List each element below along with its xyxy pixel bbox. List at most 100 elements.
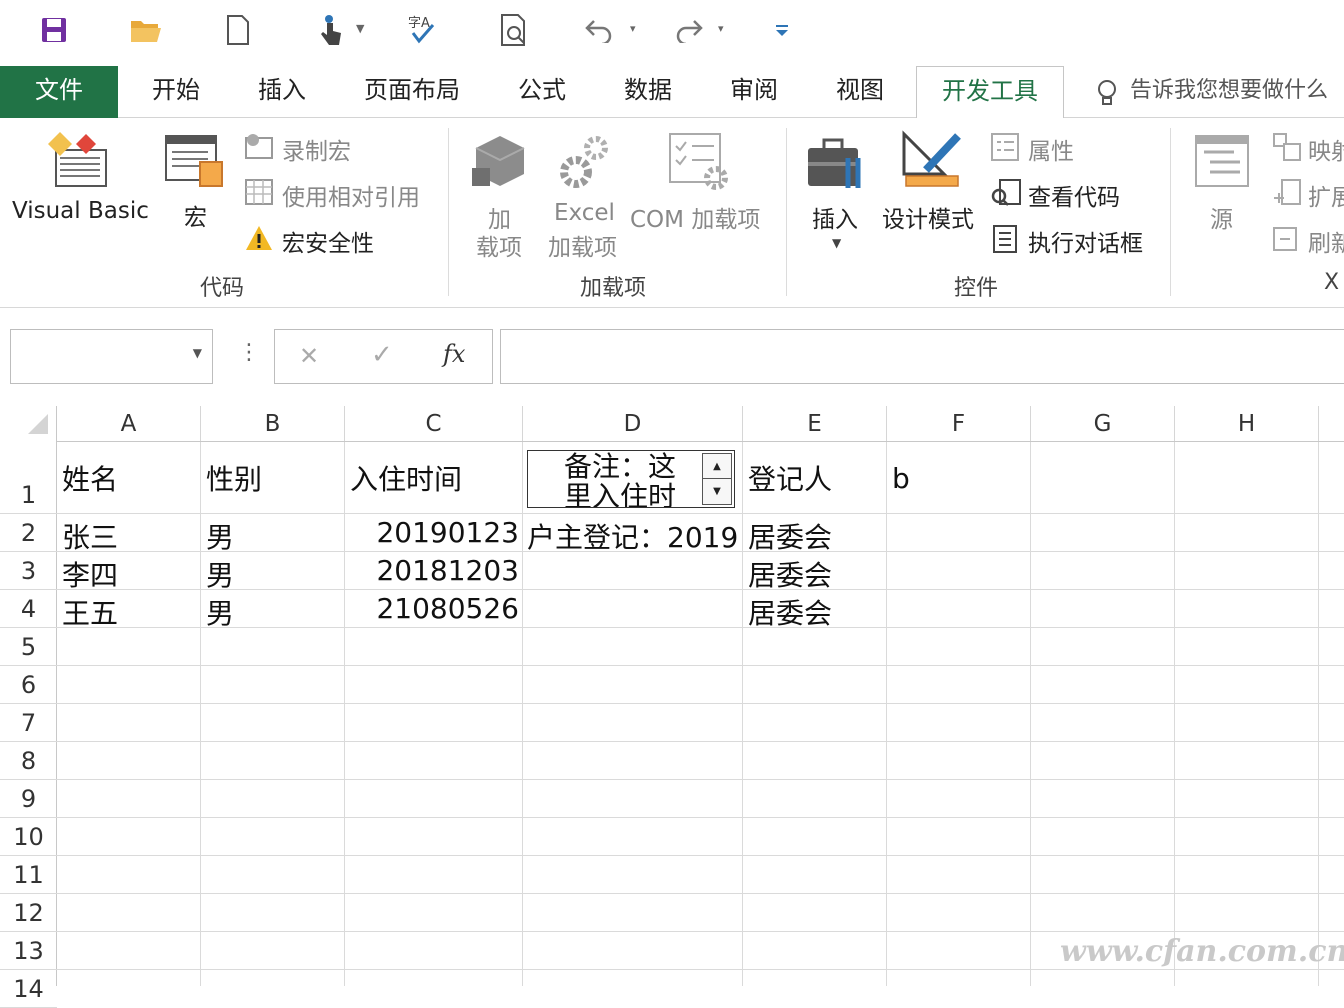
tab-page-layout[interactable]: 页面布局	[354, 66, 470, 118]
properties-button[interactable]: 属性	[1028, 132, 1074, 166]
refresh-data-button[interactable]: 刷新	[1308, 224, 1344, 258]
row-header[interactable]: 2	[0, 514, 57, 552]
cell-E1[interactable]: 登记人	[748, 458, 832, 498]
tab-insert[interactable]: 插入	[246, 66, 318, 118]
tab-developer[interactable]: 开发工具	[916, 66, 1064, 119]
macros-button[interactable]: 宏	[184, 198, 207, 232]
spelling-icon[interactable]: 字A	[402, 10, 442, 50]
cell-B2[interactable]: 男	[206, 516, 234, 556]
row-header[interactable]: 3	[0, 552, 57, 590]
open-icon[interactable]	[126, 10, 166, 50]
row-header[interactable]: 5	[0, 628, 57, 666]
insert-function-icon[interactable]: fx	[443, 340, 465, 368]
cell-E3[interactable]: 居委会	[748, 554, 832, 594]
insert-control-button[interactable]: 插入	[812, 200, 858, 234]
scroll-up-icon[interactable]: ▲	[703, 454, 731, 479]
relative-reference-button[interactable]: 使用相对引用	[282, 178, 420, 212]
view-code-button[interactable]: 查看代码	[1028, 178, 1120, 212]
name-box[interactable]: ▼	[10, 329, 213, 384]
row-header[interactable]: 13	[0, 932, 57, 970]
insert-dropdown-icon[interactable]: ▼	[832, 236, 841, 250]
macro-security-button[interactable]: 宏安全性	[282, 224, 374, 258]
tell-me-search[interactable]: 告诉我您想要做什么	[1130, 66, 1344, 118]
cell-C2[interactable]: 20190123	[345, 516, 519, 549]
tab-review[interactable]: 审阅	[718, 66, 790, 118]
controls-group-label: 控件	[954, 276, 999, 301]
redo-icon[interactable]	[668, 10, 708, 50]
xml-source-button[interactable]: 源	[1210, 200, 1233, 234]
cell-E4[interactable]: 居委会	[748, 592, 832, 632]
column-header[interactable]: G	[1031, 406, 1175, 442]
textbox-control[interactable]: 备注：这 里入住时 ▲ ▼	[527, 450, 735, 508]
row-header[interactable]: 9	[0, 780, 57, 818]
row-header[interactable]: 10	[0, 818, 57, 856]
record-macro-button[interactable]: 录制宏	[282, 132, 351, 166]
column-header[interactable]: D	[523, 406, 743, 442]
run-dialog-button[interactable]: 执行对话框	[1028, 224, 1143, 258]
grid-line	[57, 589, 1344, 590]
tab-data[interactable]: 数据	[612, 66, 684, 118]
select-all-button[interactable]	[0, 406, 57, 442]
tab-file[interactable]: 文件	[0, 66, 118, 118]
grid-line	[57, 931, 1344, 932]
cell-A1[interactable]: 姓名	[62, 458, 118, 498]
cell-A2[interactable]: 张三	[62, 516, 118, 556]
addins-label-line2[interactable]: 载项	[476, 228, 522, 262]
cell-B4[interactable]: 男	[206, 592, 234, 632]
column-header[interactable]: B	[201, 406, 345, 442]
cell-F1[interactable]: b	[892, 462, 910, 495]
scroll-down-icon[interactable]: ▼	[703, 479, 731, 504]
tab-home[interactable]: 开始	[140, 66, 212, 118]
excel-addins-label-line1[interactable]: Excel	[554, 200, 615, 226]
column-header[interactable]: F	[887, 406, 1031, 442]
cell-B3[interactable]: 男	[206, 554, 234, 594]
column-header[interactable]: C	[345, 406, 523, 442]
column-header[interactable]: E	[743, 406, 887, 442]
textbox-scrollbar[interactable]: ▲ ▼	[702, 453, 732, 505]
ribbon-tabs: 文件 开始 插入 页面布局 公式 数据 审阅 视图 开发工具 告诉我您想要做什么	[0, 66, 1344, 119]
tab-view[interactable]: 视图	[824, 66, 896, 118]
new-icon[interactable]	[218, 10, 258, 50]
row-header[interactable]: 7	[0, 704, 57, 742]
redo-dropdown-icon[interactable]: ▾	[718, 22, 724, 35]
column-header[interactable]: H	[1175, 406, 1319, 442]
design-mode-button[interactable]: 设计模式	[882, 200, 974, 234]
cell-A3[interactable]: 李四	[62, 554, 118, 594]
cell-C4[interactable]: 21080526	[345, 592, 519, 625]
confirm-entry-icon[interactable]: ✓	[371, 340, 393, 370]
name-box-dropdown-icon[interactable]: ▼	[193, 346, 202, 360]
cancel-entry-icon[interactable]: ✕	[299, 342, 319, 370]
more-options-icon[interactable]: ⋮	[238, 340, 260, 365]
undo-dropdown-icon[interactable]: ▾	[630, 22, 636, 35]
customize-qat-icon[interactable]	[762, 10, 802, 50]
row-header[interactable]: 8	[0, 742, 57, 780]
row-header[interactable]: 12	[0, 894, 57, 932]
cell-E2[interactable]: 居委会	[748, 516, 832, 556]
row-header[interactable]: 4	[0, 590, 57, 628]
row-header[interactable]: 1	[0, 442, 57, 514]
print-preview-icon[interactable]	[494, 10, 534, 50]
cell-B1[interactable]: 性别	[206, 458, 262, 498]
cell-C3[interactable]: 20181203	[345, 554, 519, 587]
undo-icon[interactable]	[580, 10, 620, 50]
save-icon[interactable]	[34, 10, 74, 50]
cell-C1[interactable]: 入住时间	[350, 458, 462, 498]
column-header[interactable]: A	[57, 406, 201, 442]
visual-basic-button[interactable]: Visual Basic	[12, 198, 149, 224]
row-header[interactable]: 6	[0, 666, 57, 704]
row-header[interactable]: 14	[0, 970, 57, 1008]
excel-addins-label-line2[interactable]: 加载项	[548, 228, 617, 262]
formula-input[interactable]	[500, 329, 1344, 384]
expansion-packs-button[interactable]: 扩展	[1308, 178, 1344, 212]
lightbulb-icon[interactable]	[1094, 78, 1124, 108]
cell-A4[interactable]: 王五	[62, 592, 118, 632]
row-header[interactable]: 11	[0, 856, 57, 894]
grid-line	[1030, 442, 1031, 986]
tab-formulas[interactable]: 公式	[506, 66, 578, 118]
map-properties-button[interactable]: 映射	[1308, 132, 1344, 166]
xml-group-label: X	[1324, 270, 1340, 295]
touch-mode-dropdown-icon[interactable]: ▼	[356, 22, 364, 35]
com-addins-button[interactable]: COM 加载项	[630, 200, 760, 234]
cell-D2[interactable]: 户主登记：2019	[527, 516, 742, 556]
touch-mode-icon[interactable]	[310, 10, 350, 50]
